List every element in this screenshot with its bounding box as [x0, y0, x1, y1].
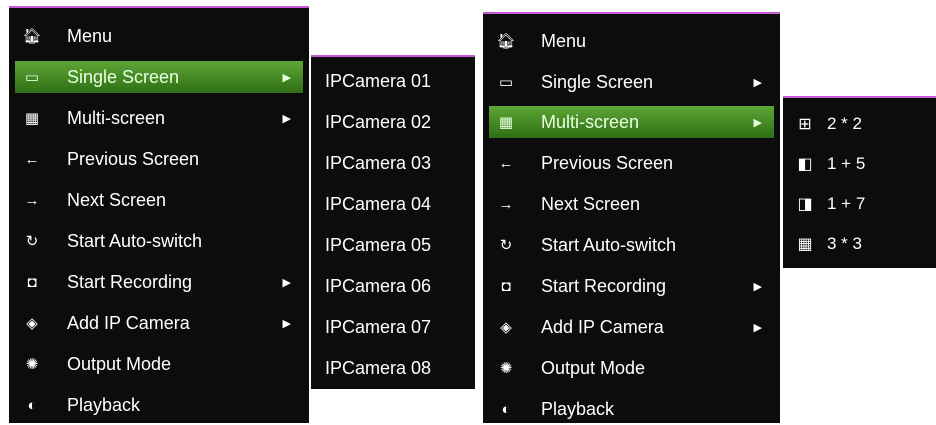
grid-3x3-icon: ▦: [797, 236, 813, 253]
menu-item-start-auto-switch[interactable]: ↻ Start Auto-switch: [15, 225, 303, 257]
output-mode-icon: ✺: [25, 356, 39, 373]
submenu-arrow-icon: ▶: [282, 317, 291, 330]
menu-item-label: Start Recording: [541, 275, 667, 296]
menu-item-label: Multi-screen: [541, 111, 640, 132]
menu-item-label: Single Screen: [541, 71, 654, 92]
menu-item-label: Single Screen: [67, 66, 180, 87]
menu-item-start-recording[interactable]: ◘ Start Recording ▶: [15, 266, 303, 298]
submenu-arrow-icon: ▶: [753, 76, 762, 89]
menu-item-multi-screen[interactable]: ▦ Multi-screen ▶: [489, 106, 774, 138]
layout-submenu: ⊞ 2 * 2 ◧ 1 + 5 ◨ 1 + 7 ▦ 3 * 3: [783, 96, 936, 268]
menu-item-menu[interactable]: 🏠︎ Menu: [15, 20, 303, 52]
menu-item-menu[interactable]: 🏠︎ Menu: [489, 25, 774, 57]
playback-icon: ◐: [27, 396, 37, 414]
submenu-item-ipcamera-08[interactable]: IPCamera 08: [311, 352, 475, 384]
layout-item-label: 1 + 5: [827, 154, 866, 173]
menu-item-label: Start Auto-switch: [541, 234, 677, 255]
menu-item-start-auto-switch[interactable]: ↻ Start Auto-switch: [489, 229, 774, 261]
context-menu-right: 🏠︎ Menu ▭ Single Screen ▶ ▦ Multi-screen…: [483, 12, 780, 423]
menu-item-label: Start Recording: [67, 271, 193, 292]
menu-item-label: Menu: [67, 25, 113, 46]
menu-item-output-mode[interactable]: ✺ Output Mode: [15, 348, 303, 380]
refresh-icon: ↻: [499, 237, 513, 254]
menu-item-multi-screen[interactable]: ▦ Multi-screen ▶: [15, 102, 303, 134]
layout-item-label: 2 * 2: [827, 114, 862, 133]
menu-item-previous-screen[interactable]: ← Previous Screen: [489, 147, 774, 179]
menu-item-label: Output Mode: [67, 353, 172, 374]
context-menu-left: 🏠︎ Menu ▭ Single Screen ▶ ▦ Multi-screen…: [9, 6, 309, 423]
menu-item-add-ip-camera[interactable]: ◈ Add IP Camera ▶: [15, 307, 303, 339]
menu-item-label: Playback: [67, 394, 141, 415]
menu-item-label: Start Auto-switch: [67, 230, 203, 251]
multiscreen-icon: ▦: [24, 110, 40, 127]
submenu-arrow-icon: ▶: [282, 71, 291, 84]
menu-item-label: Multi-screen: [67, 107, 166, 128]
menu-item-previous-screen[interactable]: ← Previous Screen: [15, 143, 303, 175]
submenu-arrow-icon: ▶: [282, 112, 291, 125]
menu-item-playback[interactable]: ◐ Playback: [15, 389, 303, 421]
menu-item-label: Output Mode: [541, 357, 646, 378]
menu-item-label: Playback: [541, 398, 615, 419]
menu-item-label: Previous Screen: [67, 148, 200, 169]
menu-item-label: Next Screen: [67, 189, 167, 210]
menu-item-label: Previous Screen: [541, 152, 674, 173]
submenu-item-ipcamera-05[interactable]: IPCamera 05: [311, 229, 475, 261]
arrow-right-icon: →: [498, 195, 514, 213]
output-mode-icon: ✺: [499, 360, 513, 377]
camera-submenu: IPCamera 01 IPCamera 02 IPCamera 03 IPCa…: [311, 55, 475, 389]
submenu-arrow-icon: ▶: [753, 116, 762, 129]
submenu-item-ipcamera-04[interactable]: IPCamera 04: [311, 188, 475, 220]
submenu-item-ipcamera-03[interactable]: IPCamera 03: [311, 147, 475, 179]
home-icon: 🏠︎: [496, 33, 516, 50]
arrow-left-icon: ←: [24, 150, 40, 168]
layout-item-label: 1 + 7: [827, 194, 866, 213]
menu-item-label: Menu: [541, 30, 587, 51]
layout-item-1plus5[interactable]: ◧ 1 + 5: [783, 150, 936, 178]
submenu-item-ipcamera-06[interactable]: IPCamera 06: [311, 270, 475, 302]
submenu-item-ipcamera-01[interactable]: IPCamera 01: [311, 65, 475, 97]
menu-item-label: Add IP Camera: [67, 312, 190, 333]
record-icon: ◘: [501, 277, 511, 295]
multiscreen-icon: ▦: [498, 114, 514, 131]
submenu-arrow-icon: ▶: [282, 276, 291, 289]
menu-item-playback[interactable]: ◐ Playback: [489, 393, 774, 425]
refresh-icon: ↻: [25, 233, 39, 250]
grid-1plus5-icon: ◧: [797, 156, 813, 173]
menu-item-next-screen[interactable]: → Next Screen: [489, 188, 774, 220]
camera-add-icon: ◈: [26, 315, 38, 332]
menu-item-output-mode[interactable]: ✺ Output Mode: [489, 352, 774, 384]
layout-item-label: 3 * 3: [827, 234, 862, 253]
menu-item-single-screen[interactable]: ▭ Single Screen ▶: [489, 66, 774, 98]
submenu-arrow-icon: ▶: [753, 321, 762, 334]
grid-2x2-icon: ⊞: [798, 116, 812, 133]
layout-item-2x2[interactable]: ⊞ 2 * 2: [783, 110, 936, 138]
menu-item-label: Add IP Camera: [541, 316, 664, 337]
menu-item-start-recording[interactable]: ◘ Start Recording ▶: [489, 270, 774, 302]
arrow-right-icon: →: [24, 191, 40, 209]
home-icon: 🏠︎: [22, 28, 42, 45]
menu-item-single-screen[interactable]: ▭ Single Screen ▶: [15, 61, 303, 93]
record-icon: ◘: [27, 273, 37, 291]
menu-item-add-ip-camera[interactable]: ◈ Add IP Camera ▶: [489, 311, 774, 343]
layout-item-1plus7[interactable]: ◨ 1 + 7: [783, 190, 936, 218]
menu-item-next-screen[interactable]: → Next Screen: [15, 184, 303, 216]
layout-item-3x3[interactable]: ▦ 3 * 3: [783, 230, 936, 258]
grid-1plus7-icon: ◨: [797, 196, 813, 213]
monitor-icon: ▭: [24, 69, 40, 86]
submenu-item-ipcamera-07[interactable]: IPCamera 07: [311, 311, 475, 343]
camera-add-icon: ◈: [500, 319, 512, 336]
menu-item-label: Next Screen: [541, 193, 641, 214]
submenu-arrow-icon: ▶: [753, 280, 762, 293]
playback-icon: ◐: [501, 400, 511, 418]
monitor-icon: ▭: [498, 74, 514, 91]
submenu-item-ipcamera-02[interactable]: IPCamera 02: [311, 106, 475, 138]
arrow-left-icon: ←: [498, 154, 514, 172]
